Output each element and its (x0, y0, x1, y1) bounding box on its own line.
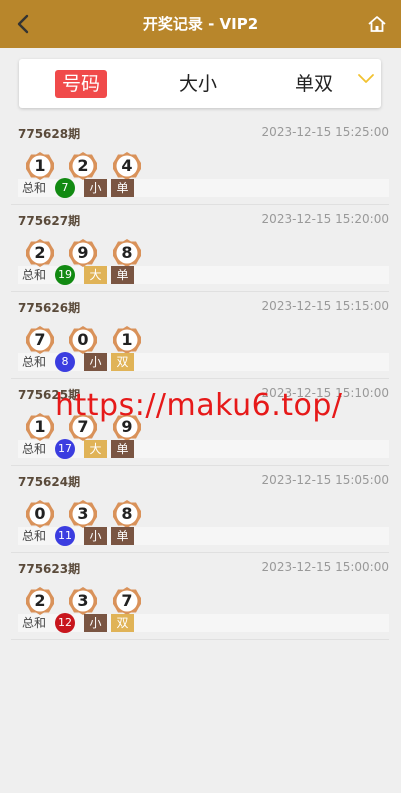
tab-number[interactable]: 号码 (55, 70, 108, 98)
result-tabs: 号码 大小 单双 (19, 59, 381, 108)
tab-parity[interactable]: 单双 (295, 70, 333, 98)
size-tag: 小 (84, 614, 107, 632)
issue-number: 775624期 (18, 475, 81, 489)
parity-tag: 单 (111, 266, 134, 284)
ball-number: 7 (34, 330, 46, 349)
app-header: 开奖记录 - VIP2 (0, 0, 401, 48)
ball-number: 0 (77, 330, 89, 349)
sum-label: 总和 (22, 181, 47, 195)
sum-label: 总和 (22, 268, 47, 282)
number-ball: 8 (112, 499, 142, 529)
number-ball: 2 (25, 238, 55, 268)
draw-time: 2023-12-15 15:20:00 (261, 212, 389, 226)
parity-tag: 双 (111, 353, 134, 371)
sum-label: 总和 (22, 355, 47, 369)
number-ball: 7 (25, 325, 55, 355)
ball-number: 8 (121, 243, 133, 262)
ball-number: 2 (34, 243, 46, 262)
number-ball: 9 (68, 238, 98, 268)
sum-label: 总和 (22, 616, 47, 630)
issue-number: 775627期 (18, 214, 81, 228)
number-ball: 0 (68, 325, 98, 355)
number-ball: 7 (112, 586, 142, 616)
parity-tag: 单 (111, 440, 134, 458)
ball-number: 4 (121, 156, 133, 175)
sum-label: 总和 (22, 529, 47, 543)
number-ball: 2 (25, 586, 55, 616)
sum-value-badge: 12 (55, 613, 75, 633)
sum-value-badge: 17 (55, 439, 75, 459)
size-tag: 小 (84, 353, 107, 371)
ball-number: 8 (121, 504, 133, 523)
number-ball: 2 (68, 151, 98, 181)
draw-row: 775628期 2023-12-15 15:25:00 1 2 4 总和 7 小单 (11, 118, 389, 205)
parity-tag: 双 (111, 614, 134, 632)
draw-time: 2023-12-15 15:25:00 (261, 125, 389, 139)
sum-label: 总和 (22, 442, 47, 456)
watermark-url: https://maku6.top/ (55, 388, 343, 423)
page-title: 开奖记录 - VIP2 (142, 15, 259, 33)
parity-tag: 单 (111, 179, 134, 197)
number-ball: 1 (112, 325, 142, 355)
ball-number: 2 (34, 591, 46, 610)
number-ball: 1 (25, 412, 55, 442)
chevron-down-icon[interactable] (357, 72, 375, 86)
ball-number: 7 (121, 591, 133, 610)
ball-number: 1 (121, 330, 133, 349)
home-icon[interactable] (367, 14, 387, 34)
ball-number: 9 (77, 243, 89, 262)
number-ball: 8 (112, 238, 142, 268)
draw-row: 775623期 2023-12-15 15:00:00 2 3 7 总和 12 小双 (11, 553, 389, 640)
size-tag: 小 (84, 179, 107, 197)
sum-value-badge: 11 (55, 526, 75, 546)
number-ball: 4 (112, 151, 142, 181)
sum-value-badge: 8 (55, 352, 75, 372)
size-tag: 大 (84, 440, 107, 458)
number-ball: 3 (68, 499, 98, 529)
issue-number: 775623期 (18, 562, 81, 576)
ball-number: 0 (34, 504, 46, 523)
sum-value-badge: 19 (55, 265, 75, 285)
draw-time: 2023-12-15 15:05:00 (261, 473, 389, 487)
draw-time: 2023-12-15 15:15:00 (261, 299, 389, 313)
ball-number: 1 (34, 417, 46, 436)
size-tag: 大 (84, 266, 107, 284)
draw-row: 775627期 2023-12-15 15:20:00 2 9 8 总和 19 大单 (11, 205, 389, 292)
sum-value-badge: 7 (55, 178, 75, 198)
number-ball: 1 (25, 151, 55, 181)
draw-time: 2023-12-15 15:00:00 (261, 560, 389, 574)
issue-number: 775626期 (18, 301, 81, 315)
number-ball: 0 (25, 499, 55, 529)
tab-size[interactable]: 大小 (179, 70, 217, 98)
draw-row: 775626期 2023-12-15 15:15:00 7 0 1 总和 8 小双 (11, 292, 389, 379)
ball-number: 2 (77, 156, 89, 175)
draw-row: 775624期 2023-12-15 15:05:00 0 3 8 总和 11 小单 (11, 466, 389, 553)
parity-tag: 单 (111, 527, 134, 545)
issue-number: 775628期 (18, 127, 81, 141)
draw-history-list: 775628期 2023-12-15 15:25:00 1 2 4 总和 7 小单 775627… (11, 118, 389, 640)
size-tag: 小 (84, 527, 107, 545)
ball-number: 1 (34, 156, 46, 175)
ball-number: 3 (77, 591, 89, 610)
ball-number: 3 (77, 504, 89, 523)
number-ball: 3 (68, 586, 98, 616)
